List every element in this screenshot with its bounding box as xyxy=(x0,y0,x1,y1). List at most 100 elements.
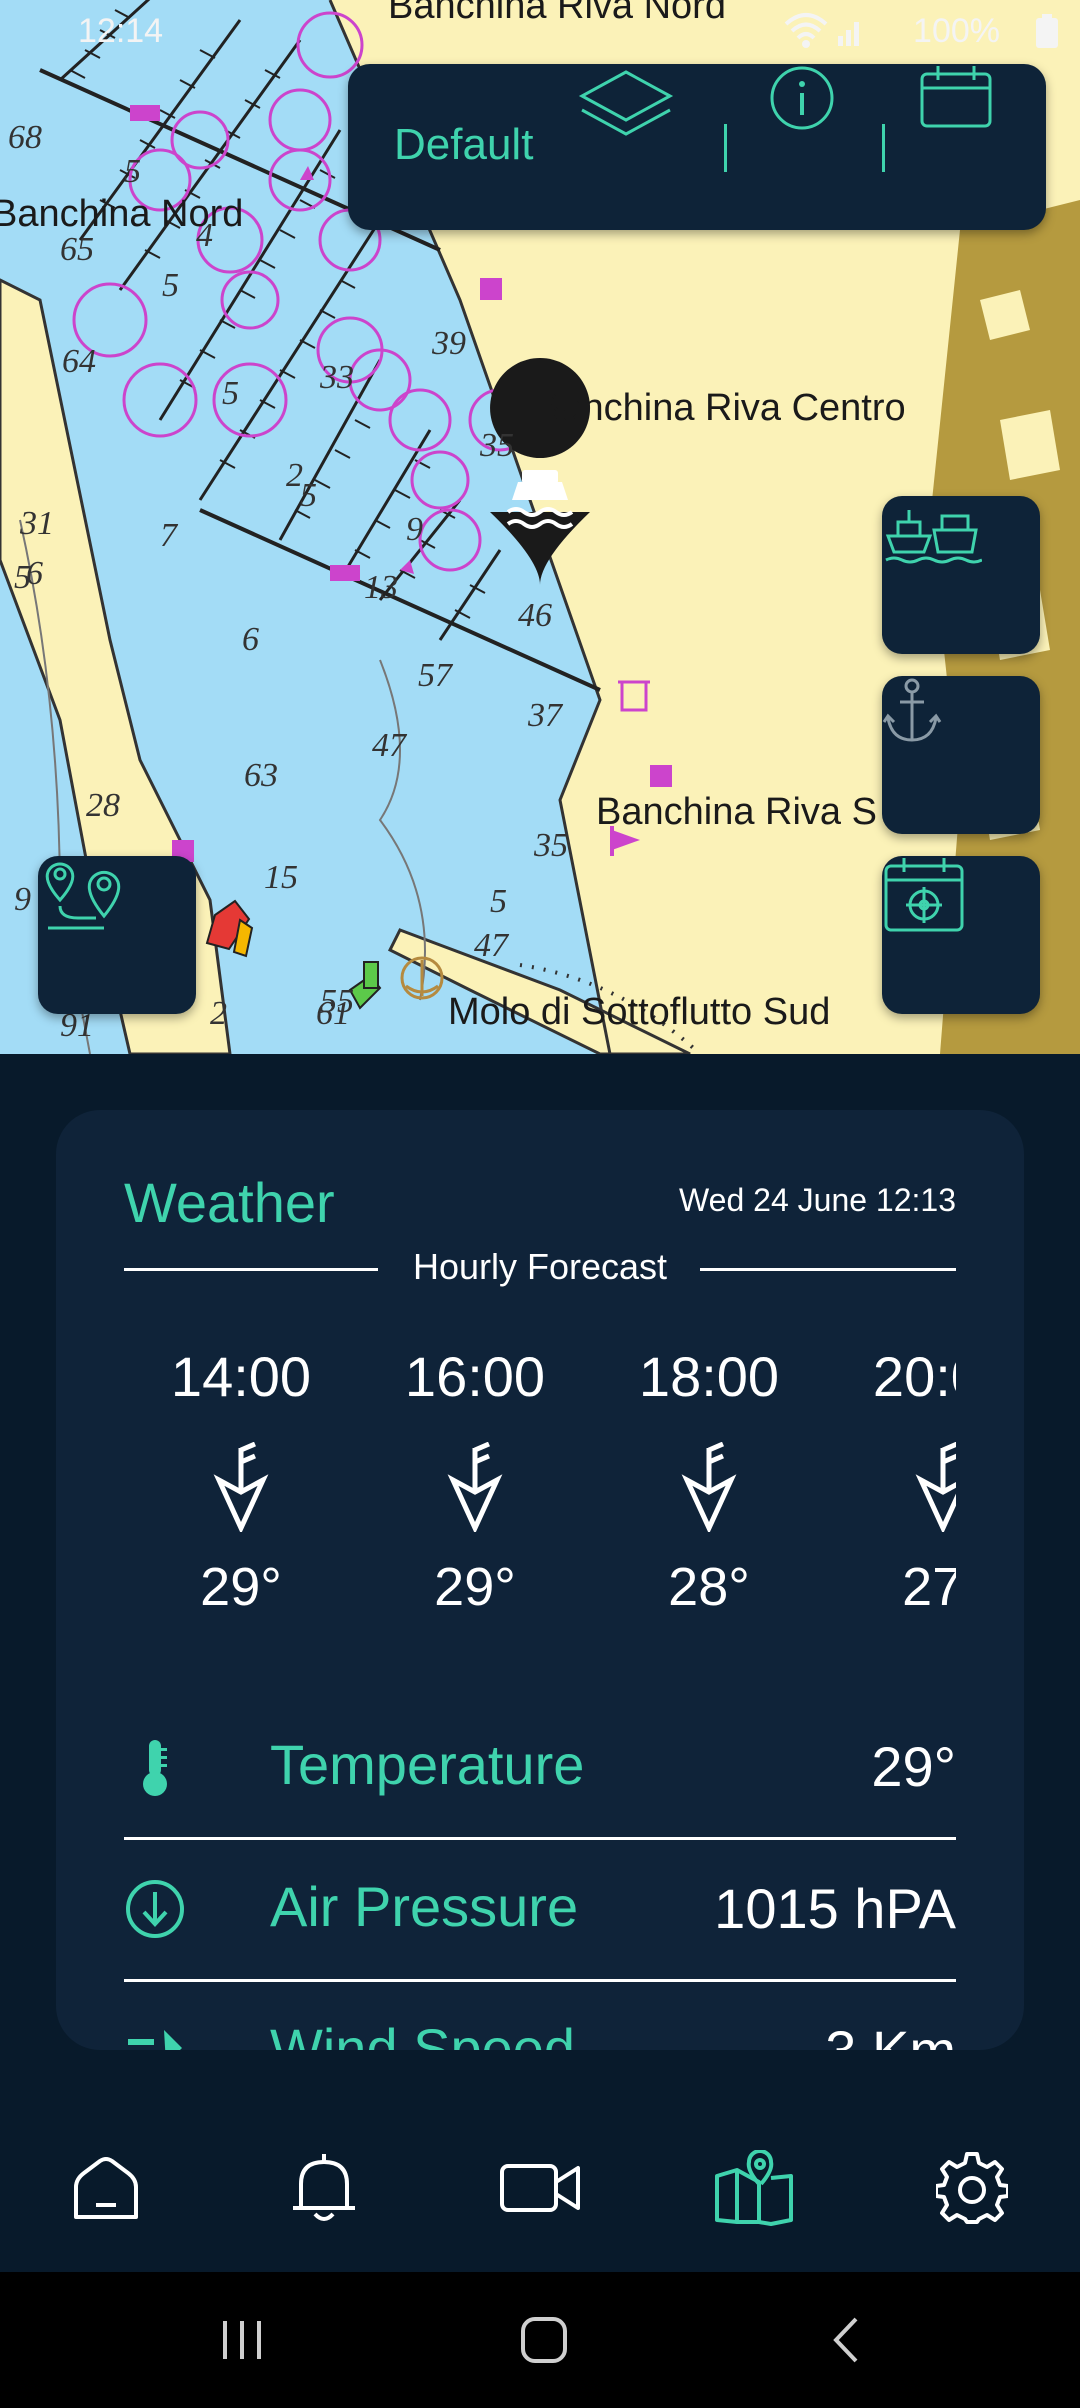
depth-sounding: 46 xyxy=(518,597,552,634)
depth-sounding: 15 xyxy=(264,859,298,896)
home-system-button[interactable] xyxy=(494,2302,594,2382)
depth-sounding: 6 xyxy=(242,621,259,658)
system-navigation-bar xyxy=(0,2272,1080,2408)
row-value: 1015 hPA xyxy=(714,1877,956,1940)
wind-direction-icon xyxy=(358,1422,592,1552)
depth-sounding: 7 xyxy=(160,517,179,554)
thermometer-icon xyxy=(124,1736,186,1798)
weather-row-temperature: Temperature 29° xyxy=(124,1700,956,1840)
bell-icon xyxy=(291,2152,357,2229)
depth-sounding: 61 xyxy=(316,995,350,1032)
status-bar: 12:14 100% xyxy=(0,0,1080,62)
bottom-navigation xyxy=(0,2100,1080,2272)
depth-sounding: 57 xyxy=(418,657,454,694)
pressure-down-icon xyxy=(124,1878,186,1940)
depth-sounding: 33 xyxy=(319,359,354,396)
row-label: Air Pressure xyxy=(270,1875,579,1938)
depth-sounding: 13 xyxy=(364,569,398,606)
weather-row-air-pressure: Air Pressure 1015 hPA xyxy=(124,1842,956,1982)
depth-sounding: 31 xyxy=(19,505,54,542)
wind-direction-icon xyxy=(592,1422,826,1552)
hour-temp: 27° xyxy=(902,1557,956,1617)
row-value: 3 Km xyxy=(825,2018,956,2050)
depth-sounding: 47 xyxy=(372,727,408,764)
depth-sounding: 68 xyxy=(8,119,42,156)
info-icon[interactable] xyxy=(768,64,868,230)
map-label-molo: Molo di Sottoflutto Sud xyxy=(448,991,830,1033)
depth-sounding: 47 xyxy=(474,927,510,964)
toolbar-divider xyxy=(882,124,885,172)
hour-time: 20:00 xyxy=(872,1345,956,1408)
depth-sounding: 65 xyxy=(60,231,94,268)
map-icon xyxy=(713,2148,795,2231)
depth-sounding: 5 xyxy=(124,153,141,190)
home-square-icon xyxy=(519,2315,569,2370)
nav-map[interactable] xyxy=(694,2140,814,2240)
toolbar-divider xyxy=(724,124,727,172)
hour-time: 18:00 xyxy=(638,1345,780,1408)
divider xyxy=(700,1268,956,1271)
ships-button[interactable] xyxy=(882,496,1040,654)
recent-apps-button[interactable] xyxy=(192,2302,292,2382)
layers-icon[interactable] xyxy=(576,64,686,230)
depth-sounding: 35 xyxy=(533,827,568,864)
hour-time: 14:00 xyxy=(170,1345,312,1408)
nautical-chart-map[interactable]: Banchina Riva Nord Banchina Nord Banchin… xyxy=(0,0,1080,1054)
nav-settings[interactable] xyxy=(912,2140,1032,2240)
calendar-icon[interactable] xyxy=(918,64,1028,230)
map-toolbar: Default xyxy=(348,64,1046,230)
status-time: 12:14 xyxy=(78,12,164,50)
row-value: 29° xyxy=(871,1735,956,1798)
row-label: Wind Speed xyxy=(270,2017,576,2050)
weather-card: Weather Wed 24 June 12:13 Hourly Forecas… xyxy=(56,1110,1024,2050)
home-icon xyxy=(70,2153,142,2228)
map-layer-label[interactable]: Default xyxy=(394,120,533,170)
nav-video[interactable] xyxy=(480,2140,600,2240)
video-camera-icon xyxy=(498,2160,582,2221)
hour-temp: 29° xyxy=(434,1557,516,1617)
hour-column: 18:00 28° xyxy=(592,1332,826,1622)
hour-column: 14:00 29° xyxy=(124,1332,358,1622)
map-label-riva-centro: Banchina Riva Centro xyxy=(536,387,906,429)
recent-apps-icon xyxy=(217,2317,267,2368)
back-system-button[interactable] xyxy=(796,2302,896,2382)
depth-sounding: 2 xyxy=(286,457,303,494)
battery-percent: 100% xyxy=(913,12,1000,50)
depth-sounding: 64 xyxy=(62,343,96,380)
depth-sounding: 5 xyxy=(222,375,239,412)
weather-row-wind-speed: Wind Speed 3 Km xyxy=(124,1984,956,2050)
wind-direction-icon xyxy=(826,1422,956,1552)
divider xyxy=(124,1979,956,1982)
hour-column: 16:00 29° xyxy=(358,1332,592,1622)
gear-icon xyxy=(934,2151,1010,2229)
hour-column: 20:00 27° xyxy=(826,1332,956,1622)
calendar-compass-button[interactable] xyxy=(882,856,1040,1014)
back-chevron-icon xyxy=(826,2315,866,2370)
depth-sounding: 5 xyxy=(14,559,31,596)
depth-sounding: 5 xyxy=(490,883,507,920)
divider xyxy=(124,1837,956,1840)
row-label: Temperature xyxy=(270,1733,585,1796)
depth-sounding: 63 xyxy=(244,757,278,794)
anchor-button[interactable] xyxy=(882,676,1040,834)
wind-direction-icon xyxy=(124,1422,358,1552)
depth-sounding: 37 xyxy=(527,697,564,734)
depth-sounding: 35 xyxy=(479,427,514,464)
nav-notifications[interactable] xyxy=(264,2140,384,2240)
weather-title: Weather xyxy=(124,1171,335,1234)
weather-date: Wed 24 June 12:13 xyxy=(679,1182,956,1218)
depth-sounding: 39 xyxy=(431,325,466,362)
depth-sounding: 28 xyxy=(86,787,120,824)
depth-sounding: 9 xyxy=(14,881,31,918)
depth-sounding: 4 xyxy=(196,217,213,254)
hourly-forecast-scroller[interactable]: 14:00 29° 16:00 29° 18:00 28° 20:00 xyxy=(124,1332,956,1752)
nav-home[interactable] xyxy=(46,2140,166,2240)
hour-temp: 28° xyxy=(668,1557,750,1617)
map-label-riva-s: Banchina Riva S xyxy=(596,791,877,833)
hour-time: 16:00 xyxy=(404,1345,546,1408)
depth-sounding: 5 xyxy=(162,267,179,304)
hourly-forecast-label: Hourly Forecast xyxy=(412,1246,668,1287)
route-map-button[interactable] xyxy=(38,856,196,1014)
hour-temp: 29° xyxy=(200,1557,282,1617)
depth-sounding: 2 xyxy=(210,995,227,1032)
